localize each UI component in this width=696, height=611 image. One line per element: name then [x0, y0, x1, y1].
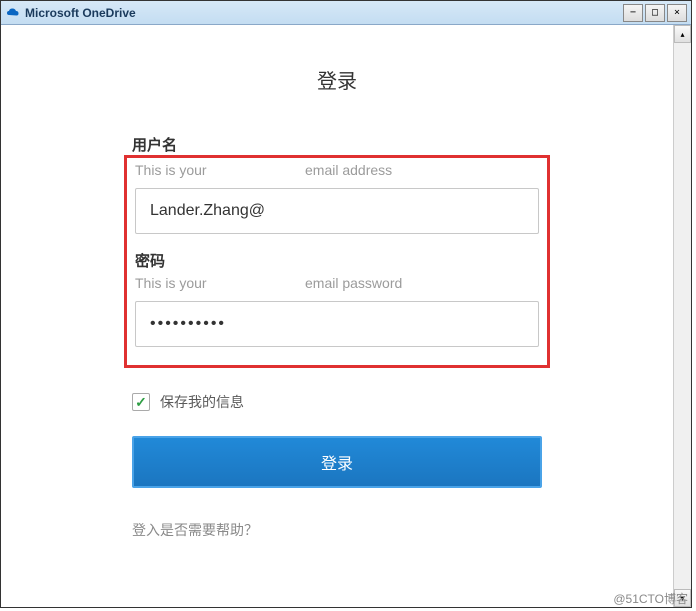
login-form: 用户名 This is your email address 密码 This i… [132, 134, 542, 540]
password-hint-right: email password [305, 275, 402, 291]
checkmark-icon: ✓ [135, 394, 147, 411]
remember-label: 保存我的信息 [160, 392, 244, 412]
app-window: Microsoft OneDrive − □ × ▴ ▾ 登录 用户名 This… [0, 0, 692, 608]
remember-row: ✓ 保存我的信息 [132, 392, 542, 412]
close-button[interactable]: × [667, 4, 687, 22]
window-title: Microsoft OneDrive [25, 6, 623, 20]
minimize-button[interactable]: − [623, 4, 643, 22]
window-controls: − □ × [623, 4, 687, 22]
help-link[interactable]: 登入是否需要帮助？ [132, 520, 542, 540]
login-panel: 登录 用户名 This is your email address 密码 Thi… [1, 25, 673, 540]
password-hint-left: This is your [135, 275, 305, 291]
highlight-annotation: This is your email address 密码 This is yo… [124, 155, 550, 368]
username-hint: This is your email address [135, 162, 539, 178]
password-hint: This is your email password [135, 275, 539, 291]
onedrive-icon [5, 5, 21, 21]
username-label: 用户名 [132, 134, 542, 155]
scroll-up-button[interactable]: ▴ [674, 25, 691, 43]
login-button[interactable]: 登录 [132, 436, 542, 488]
vertical-scrollbar[interactable]: ▴ ▾ [673, 25, 691, 607]
username-hint-left: This is your [135, 162, 305, 178]
content-area: ▴ ▾ 登录 用户名 This is your email address 密码 [1, 25, 691, 607]
remember-checkbox[interactable]: ✓ [132, 393, 150, 411]
username-input[interactable] [135, 188, 539, 234]
watermark: @51CTO博客 [613, 590, 688, 607]
titlebar: Microsoft OneDrive − □ × [1, 1, 691, 25]
password-input[interactable] [135, 301, 539, 347]
password-label: 密码 [135, 250, 539, 271]
maximize-button[interactable]: □ [645, 4, 665, 22]
login-heading: 登录 [1, 65, 673, 94]
username-hint-right: email address [305, 162, 392, 178]
